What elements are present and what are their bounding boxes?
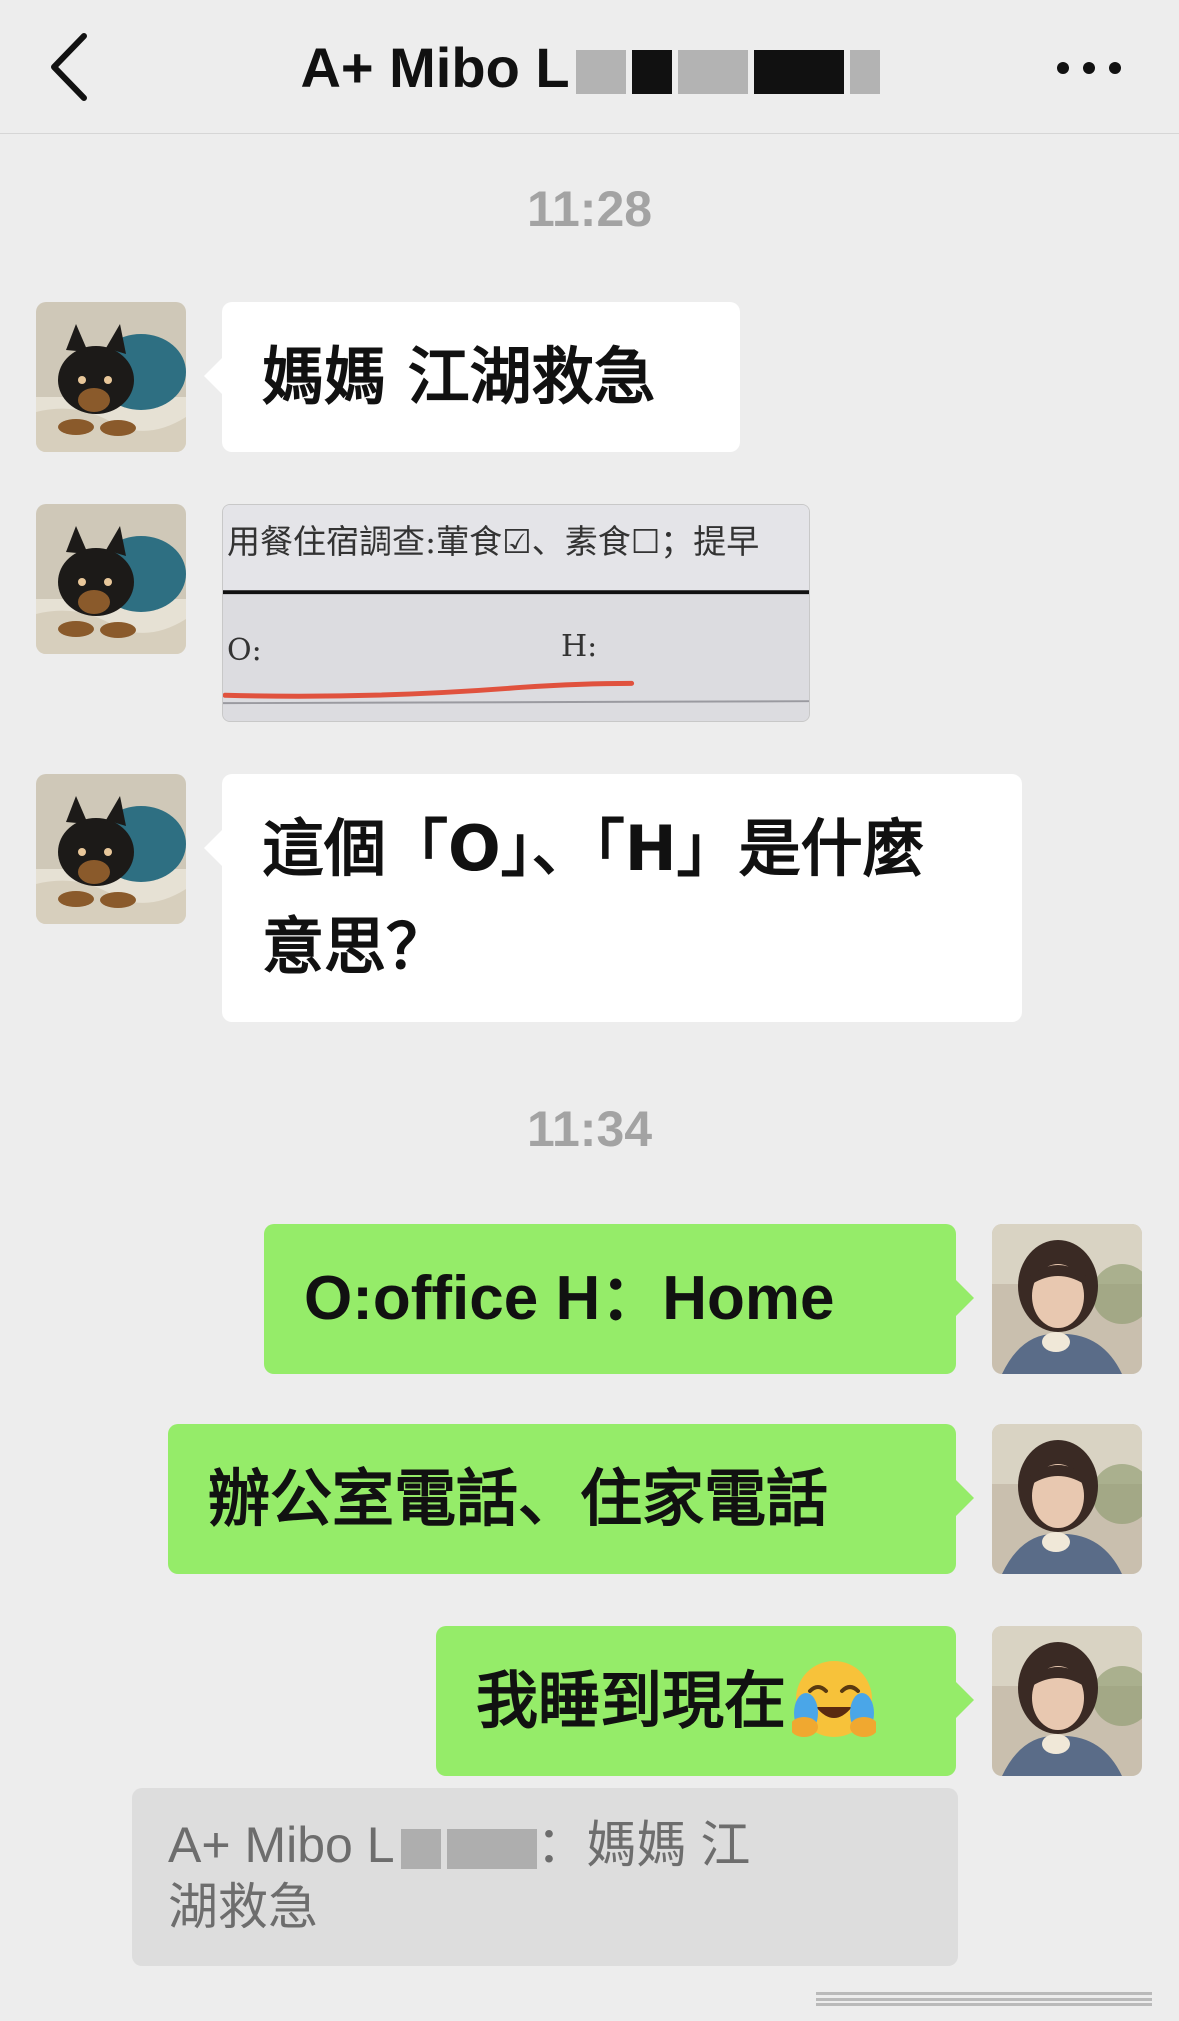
message-text: 我睡到現在 [476, 1664, 787, 1737]
quote-line: A+ Mibo L ：媽媽 江 [168, 1814, 922, 1876]
redaction-blur [400, 1828, 441, 1869]
quote-text: ：媽媽 江 [536, 1817, 751, 1873]
contact-avatar[interactable] [36, 302, 186, 452]
redaction-blur [446, 1828, 537, 1869]
message-text: 辦公室電話、住家電話 [208, 1462, 829, 1535]
quote-line: 湖救急 [168, 1879, 318, 1935]
dog-avatar-icon [36, 774, 186, 924]
timestamp: 11:34 [526, 1101, 653, 1157]
message-bubble-incoming[interactable]: 這個「O」、「H」是什麼 意思？ [204, 774, 1022, 1022]
dog-avatar-icon [36, 504, 186, 654]
message-bubble-outgoing[interactable]: 辦公室電話、住家電話 [168, 1424, 974, 1574]
quoted-message[interactable]: A+ Mibo L ：媽媽 江 湖救急 [132, 1788, 958, 1966]
user-portrait-icon [992, 1224, 1142, 1374]
user-portrait-icon [992, 1626, 1142, 1776]
redaction-block [631, 50, 672, 95]
message-text: O:office H：Home [304, 1264, 835, 1333]
user-avatar[interactable] [992, 1224, 1142, 1374]
form-o-label: O: [227, 633, 262, 668]
redaction-blur [575, 50, 626, 95]
user-avatar[interactable] [992, 1626, 1142, 1776]
quote-sender: A+ Mibo L [168, 1817, 395, 1873]
crying-laughing-emoji-icon [790, 1657, 879, 1741]
chat-title-text: A+ Mibo L [300, 36, 570, 99]
chat-title: A+ Mibo L [200, 36, 980, 100]
user-portrait-icon [992, 1424, 1142, 1574]
message-bubble-incoming[interactable]: 媽媽 江湖救急 [204, 302, 740, 452]
back-button[interactable] [40, 30, 100, 104]
more-horizontal-icon [1057, 62, 1121, 74]
redaction-block [753, 50, 844, 95]
contact-avatar[interactable] [36, 774, 186, 924]
chevron-left-icon [51, 33, 87, 101]
message-text-line: 這個「O」、「H」是什麼 [262, 812, 925, 885]
message-bubble-outgoing[interactable]: 我睡到現在 [436, 1626, 974, 1776]
dog-avatar-icon [36, 302, 186, 452]
chat-header: A+ Mibo L [0, 0, 1179, 134]
user-avatar[interactable] [992, 1424, 1142, 1574]
image-message[interactable]: 用餐住宿調查:葷食☑、素食☐；提早 O: H: [222, 504, 810, 722]
redaction-blur [849, 50, 880, 95]
message-text: 媽媽 江湖救急 [262, 340, 656, 413]
more-button[interactable] [1049, 40, 1129, 96]
form-line-text: 用餐住宿調查:葷食☑、素食☐；提早 [227, 522, 760, 561]
redaction-blur [677, 50, 748, 95]
contact-avatar[interactable] [36, 504, 186, 654]
message-text-line: 意思？ [262, 910, 449, 983]
message-bubble-outgoing[interactable]: O:office H：Home [264, 1224, 974, 1374]
form-h-label: H: [561, 629, 598, 664]
timestamp: 11:28 [526, 181, 653, 237]
home-indicator [816, 1992, 1152, 2006]
